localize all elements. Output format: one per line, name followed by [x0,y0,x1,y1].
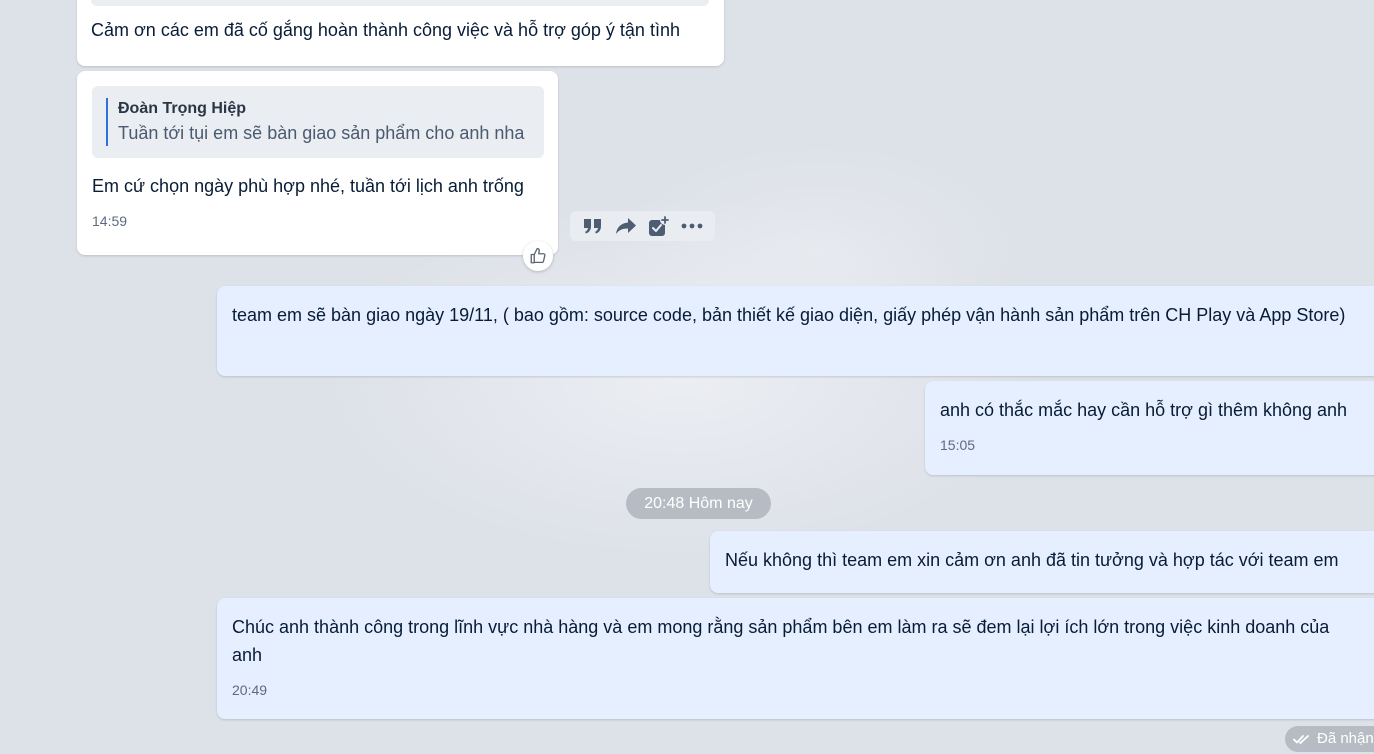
more-button[interactable] [677,213,707,239]
quote-box[interactable]: Đoàn Trọng Hiệp Tuần tới tụi em sẽ bàn g… [92,86,544,158]
message-text: Em cứ chọn ngày phù hợp nhé, tuần tới lị… [92,176,524,196]
message-text: team em sẽ bàn giao ngày 19/11, ( bao gồ… [232,305,1346,325]
forward-button[interactable] [611,213,641,239]
status-label: Đã nhận [1317,730,1374,747]
message-time: 20:49 [232,682,268,698]
double-check-icon [1293,735,1309,744]
message-text: Chúc anh thành công trong lĩnh vực nhà h… [232,617,1330,665]
message-outgoing[interactable]: Nếu không thì team em xin cảm ơn anh đã … [710,531,1374,593]
message-time: 14:59 [92,213,128,229]
quote-author: Đoàn Trọng Hiệp [118,100,246,117]
add-task-button[interactable] [644,213,674,239]
message-text: anh có thắc mắc hay cần hỗ trợ gì thêm k… [940,400,1348,420]
message-text: Nếu không thì team em xin cảm ơn anh đã … [725,550,1339,570]
message-action-toolbar [570,211,715,241]
like-button[interactable] [523,241,553,271]
message-outgoing[interactable]: anh có thắc mắc hay cần hỗ trợ gì thêm k… [925,381,1374,475]
message-outgoing[interactable]: team em sẽ bàn giao ngày 19/11, ( bao gồ… [217,286,1374,376]
thumbs-up-icon [530,247,546,264]
quote-text: Tuần tới tụi em sẽ bàn giao sản phẩm cho… [118,123,525,143]
forward-icon [615,218,636,234]
message-incoming-with-quote[interactable]: Đoàn Trọng Hiệp Tuần tới tụi em sẽ bàn g… [77,71,558,255]
quote-box [91,0,709,6]
message-outgoing[interactable]: Chúc anh thành công trong lĩnh vực nhà h… [217,598,1374,719]
date-divider: 20:48 Hôm nay [626,488,771,519]
quote-content: Đoàn Trọng Hiệp Tuần tới tụi em sẽ bàn g… [106,98,530,146]
message-incoming[interactable]: Cảm ơn các em đã cố gắng hoàn thành công… [77,0,724,66]
more-icon [681,223,703,229]
received-status-badge: Đã nhận [1285,726,1374,752]
quote-button[interactable] [578,213,608,239]
message-text: Cảm ơn các em đã cố gắng hoàn thành công… [91,20,680,40]
add-task-icon [649,215,671,236]
quote-icon [583,219,601,234]
message-time: 15:05 [940,437,976,453]
